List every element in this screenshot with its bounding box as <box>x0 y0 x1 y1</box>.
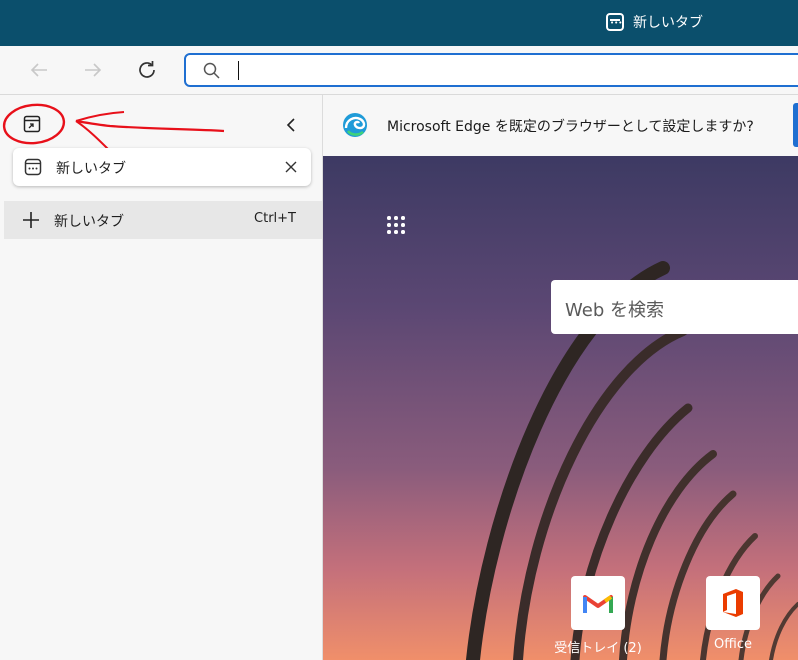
quick-link-gmail[interactable]: 受信トレイ (2) <box>553 576 643 656</box>
collapse-pane-button[interactable] <box>280 113 304 137</box>
set-default-button[interactable] <box>793 103 798 147</box>
tab-page-icon <box>24 158 42 180</box>
refresh-button[interactable] <box>132 56 162 84</box>
app-launcher-button[interactable] <box>387 216 409 238</box>
vertical-tabs-pane: 新しいタブ 新しいタブ Ctrl+T <box>0 95 323 660</box>
search-icon <box>203 62 220 79</box>
quick-link-office[interactable]: Office <box>688 576 778 652</box>
tab-page-icon <box>606 13 624 31</box>
web-search-box[interactable]: Web を検索 <box>551 280 798 334</box>
close-icon <box>285 161 297 173</box>
browser-toolbar <box>0 46 798 95</box>
back-arrow-icon <box>30 63 47 77</box>
forward-arrow-icon <box>85 63 102 77</box>
address-bar[interactable] <box>184 53 798 87</box>
default-browser-banner: Microsoft Edge を既定のブラウザーとして設定しますか? <box>323 95 798 157</box>
quick-link-label: 受信トレイ (2) <box>554 641 642 656</box>
background-image: Web を検索 受信トレイ (2) Office <box>323 156 798 660</box>
quick-link-label: Office <box>714 637 752 652</box>
page-content: Microsoft Edge を既定のブラウザーとして設定しますか? Web を… <box>323 95 798 660</box>
new-tab-label: 新しいタブ <box>54 214 124 230</box>
back-button[interactable] <box>24 56 54 84</box>
chevron-left-icon <box>286 118 295 132</box>
title-bar: 新しいタブ <box>0 0 798 46</box>
gmail-icon <box>571 576 625 630</box>
vertical-tab-item[interactable]: 新しいタブ <box>13 148 311 186</box>
office-icon <box>706 576 760 630</box>
vertical-tabs-toggle-button[interactable] <box>20 112 44 136</box>
new-tab-button[interactable]: 新しいタブ Ctrl+T <box>4 201 322 239</box>
banner-text: Microsoft Edge を既定のブラウザーとして設定しますか? <box>387 119 754 135</box>
new-tab-shortcut: Ctrl+T <box>254 211 296 226</box>
plus-icon <box>22 211 40 233</box>
search-placeholder: Web を検索 <box>565 300 664 321</box>
vertical-tabs-icon <box>23 115 41 133</box>
forward-button[interactable] <box>78 56 108 84</box>
active-tab-title: 新しいタブ <box>633 15 703 31</box>
close-tab-button[interactable] <box>281 157 301 177</box>
edge-logo-icon <box>343 113 367 137</box>
refresh-icon <box>139 61 155 78</box>
active-tab[interactable]: 新しいタブ <box>606 10 703 34</box>
text-caret <box>238 61 239 80</box>
tab-item-label: 新しいタブ <box>56 161 126 177</box>
